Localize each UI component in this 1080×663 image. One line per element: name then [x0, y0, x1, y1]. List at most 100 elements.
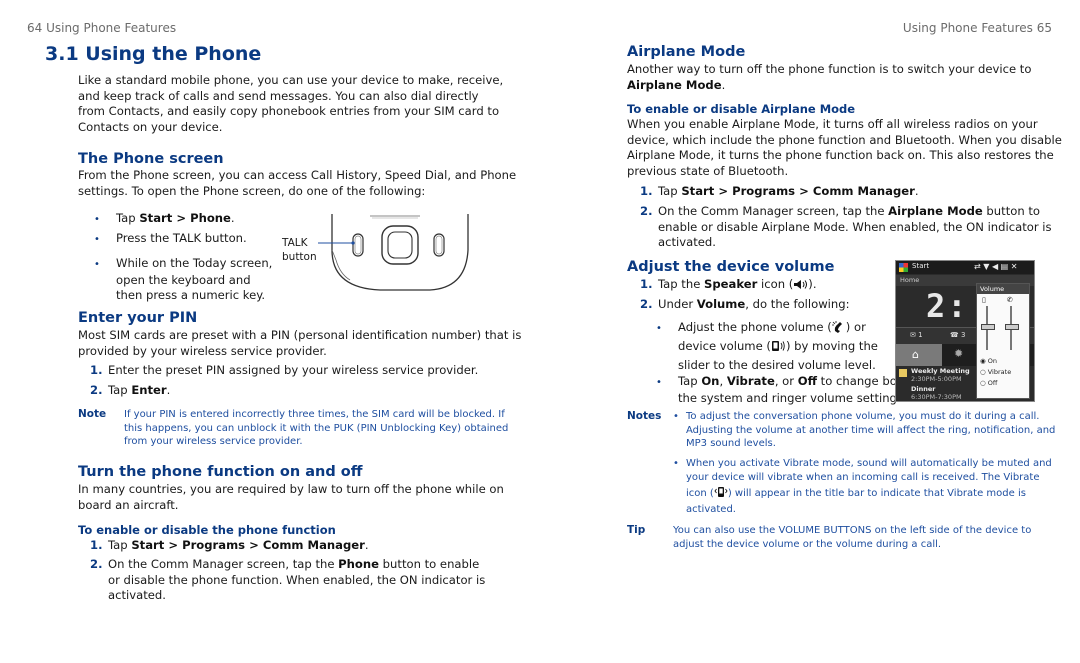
text: Enter the preset PIN assigned by your wi… [108, 363, 479, 377]
text: . [364, 538, 369, 552]
start-label[interactable]: Start [912, 262, 929, 270]
text: Tap [116, 211, 140, 225]
step-item: 1. Tap the Speaker icon (). [640, 277, 817, 295]
home-label: Home [900, 276, 920, 284]
radio-on[interactable]: ◉ On [980, 356, 1011, 367]
bold-text: Airplane Mode [888, 204, 983, 218]
text-line: adjust the device volume or the volume d… [673, 538, 942, 550]
note-label: Note [78, 408, 107, 420]
device-volume-icon [771, 340, 786, 357]
text-line: MP3 sound levels. [686, 438, 776, 450]
callout-text: button [282, 251, 317, 263]
text: device volume ( [678, 339, 771, 353]
phone-volume-slider[interactable] [1005, 323, 1019, 330]
home-icon: ⌂ [912, 348, 919, 361]
subheading-enable-airplane: To enable or disable Airplane Mode [627, 102, 856, 116]
step-item: 1. Tap Start > Programs > Comm Manager. [90, 538, 369, 554]
bullet-dot: • [656, 377, 662, 388]
text-line: When you activate Vibrate mode, sound wi… [686, 458, 1052, 469]
bold-text: Airplane Mode [627, 77, 722, 92]
step-number: 2. [90, 383, 103, 397]
appointments: Weekly Meeting 2:30PM-5:00PM Dinner 6:30… [911, 367, 970, 401]
text-line: your device will vibrate when an incomin… [686, 471, 1040, 483]
text: Adjust the phone volume ( [678, 320, 832, 334]
heading-airplane-mode: Airplane Mode [627, 44, 746, 60]
text-line: Most SIM cards are preset with a PIN (pe… [78, 328, 522, 342]
bullet-dot: • [94, 214, 100, 225]
count: 3 [960, 331, 966, 339]
text-line: Adjusting the volume at another time wil… [686, 424, 1056, 436]
bullet-dot: • [94, 259, 100, 270]
text: , do the following: [745, 297, 850, 311]
step-number: 2. [640, 297, 653, 311]
tip-label: Tip [627, 524, 646, 536]
volume-popup: Volume ▯ ✆ ◉ On ○ Vibrate ○ Off [976, 283, 1030, 399]
message-tile[interactable]: ✉ 1 [910, 331, 923, 339]
bullet-item: • While on the Today screen, open the key… [94, 256, 272, 304]
text: ) will appear in the title bar to indica… [727, 488, 1026, 500]
radio-label: On [987, 357, 997, 365]
airplane-paragraph: Another way to turn off the phone functi… [627, 62, 1032, 92]
home-tile[interactable]: ⌂ [896, 344, 942, 366]
bold-text: Start > Programs > Comm Manager [131, 538, 365, 552]
clock-digits: 2: [926, 287, 969, 325]
bold-text: Start > Programs > Comm Manager [681, 184, 915, 198]
appointment-title: Dinner [911, 385, 936, 393]
bold-text: Off [797, 374, 817, 388]
text-line: previous state of Bluetooth. [627, 163, 789, 178]
text-line: provided by your wireless service provid… [78, 343, 327, 358]
voicemail-tile[interactable]: ☎ 3 [950, 331, 965, 339]
calendar-icon [899, 369, 907, 377]
text-line: activated. [108, 588, 166, 603]
text: ). [808, 277, 817, 291]
step-number: 2. [90, 557, 103, 571]
step-number: 1. [90, 538, 103, 552]
device-volume-slider[interactable] [981, 323, 995, 330]
bullet-dot: • [673, 458, 679, 469]
text-line: or disable the phone function. When enab… [108, 572, 486, 587]
status-icons: ⇄ ▼ ◀ ▤ ✕ [974, 262, 1018, 271]
text: Tap the [658, 277, 705, 291]
bold-text: Start > Phone [139, 211, 231, 225]
bullet-item: • Adjust the phone volume () or device vo… [656, 319, 878, 374]
radio-off[interactable]: ○ Off [980, 378, 1011, 389]
note-item: • To adjust the conversation phone volum… [673, 410, 1055, 451]
phone-volume-icon: ✆ [1007, 296, 1013, 304]
step-item: 2. On the Comm Manager screen, tap the Ph… [90, 557, 485, 604]
text: , or [774, 374, 798, 388]
radio-vibrate[interactable]: ○ Vibrate [980, 367, 1011, 378]
step-number: 1. [640, 184, 653, 198]
text: Tap [678, 374, 702, 388]
bold-text: On [701, 374, 720, 388]
airplane-paragraph-2: When you enable Airplane Mode, it turns … [627, 117, 1062, 179]
text-line: Contacts on your device. [78, 119, 223, 134]
text-line: from your wireless service provider. [124, 436, 303, 448]
ringer-radio-group: ◉ On ○ Vibrate ○ Off [980, 356, 1011, 389]
heading-phone-function: Turn the phone function on and off [78, 464, 363, 480]
step-item: 2. Tap Enter. [90, 383, 170, 399]
phone-function-paragraph: In many countries, you are required by l… [78, 482, 504, 513]
text-line: Another way to turn off the phone functi… [627, 62, 1032, 76]
bold-text: Phone [338, 557, 379, 571]
tip-text: You can also use the VOLUME BUTTONS on t… [673, 524, 1031, 551]
bullet-dot: • [656, 323, 662, 334]
text: . [914, 184, 919, 198]
text: Tap [108, 383, 132, 397]
text: . [230, 211, 235, 225]
enter-pin-paragraph: Most SIM cards are preset with a PIN (pe… [78, 328, 521, 359]
text-line: You can also use the VOLUME BUTTONS on t… [673, 525, 1032, 536]
text: Tap [108, 538, 132, 552]
running-head-right: Using Phone Features 65 [902, 21, 1052, 35]
step-number: 1. [90, 363, 103, 377]
notes-label: Notes [627, 410, 662, 422]
step-item: 2. On the Comm Manager screen, tap the Ai… [640, 204, 1052, 251]
bullet-item: • Tap On, Vibrate, or Off to change both … [656, 374, 909, 406]
popup-title: Volume [977, 284, 1029, 294]
speaker-icon [793, 279, 808, 295]
text: icon ( [757, 277, 794, 291]
bold-text: Vibrate [726, 374, 775, 388]
text-line: slider to the desired volume level. [678, 358, 876, 372]
device-volume-icon: ▯ [982, 296, 986, 304]
text-line: device, which include the phone function… [627, 132, 1062, 147]
text-line: To adjust the conversation phone volume,… [686, 411, 1040, 422]
